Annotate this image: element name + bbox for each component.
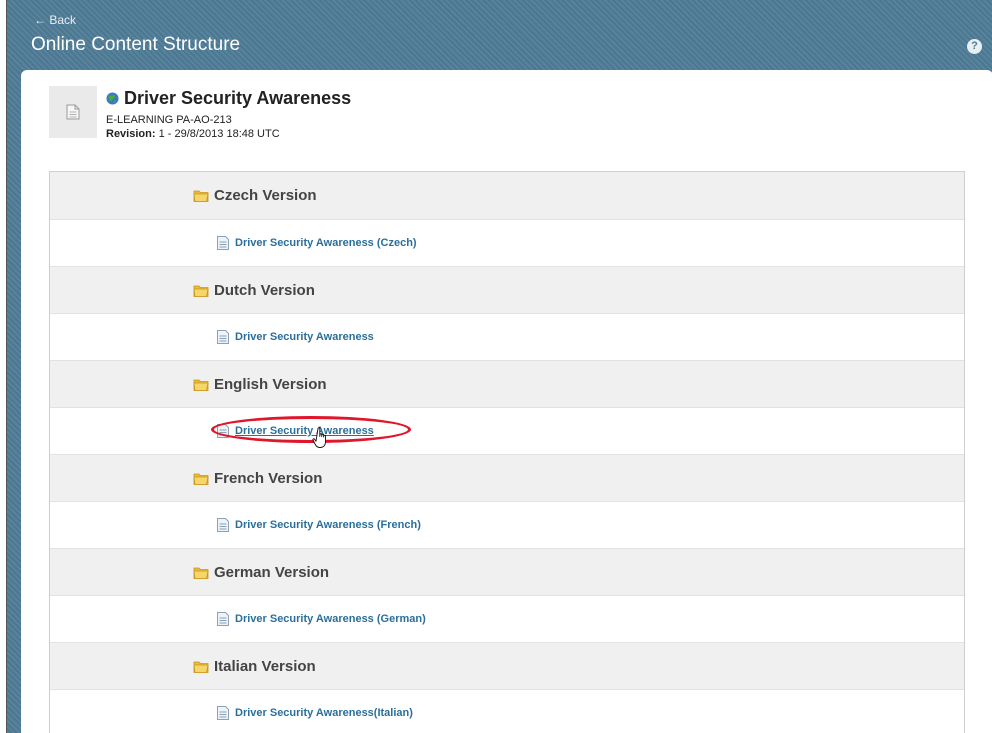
tree-item-german: Driver Security Awareness (German): [50, 595, 964, 642]
folder-row-czech[interactable]: Czech Version: [50, 172, 964, 219]
course-code: E-LEARNING PA-AO-213: [106, 114, 232, 126]
file-icon: [217, 612, 229, 626]
tree-item-english: Driver Security Awareness: [50, 407, 964, 454]
tree-item-french: Driver Security Awareness (French): [50, 501, 964, 548]
file-icon: [217, 706, 229, 720]
folder-icon: [193, 567, 209, 579]
folder-icon: [193, 285, 209, 297]
folder-label: Italian Version: [214, 657, 316, 675]
app-window: ← Back Online Content Structure ? Driver…: [6, 0, 992, 733]
folder-label: French Version: [214, 469, 323, 487]
tree-item-italian: Driver Security Awareness(Italian): [50, 689, 964, 733]
content-link-italian[interactable]: Driver Security Awareness(Italian): [235, 707, 413, 719]
folder-icon: [193, 379, 209, 391]
file-icon: [217, 330, 229, 344]
folder-row-french[interactable]: French Version: [50, 454, 964, 501]
content-tree: Czech Version Driver Security Awareness …: [49, 171, 965, 733]
revision-info: Revision: 1 - 29/8/2013 18:48 UTC: [106, 128, 351, 140]
back-link[interactable]: ← Back: [34, 13, 76, 27]
folder-row-english[interactable]: English Version: [50, 360, 964, 407]
document-icon: [66, 104, 80, 120]
content-link-dutch[interactable]: Driver Security Awareness: [235, 331, 374, 343]
content-link-french[interactable]: Driver Security Awareness (French): [235, 519, 421, 531]
folder-label: German Version: [214, 563, 330, 581]
file-icon: [217, 424, 229, 438]
folder-row-italian[interactable]: Italian Version: [50, 642, 964, 689]
content-link-czech[interactable]: Driver Security Awareness (Czech): [235, 237, 417, 249]
document-thumbnail: [49, 86, 97, 138]
folder-label: Czech Version: [214, 187, 317, 204]
content-link-english[interactable]: Driver Security Awareness: [235, 425, 374, 437]
file-icon: [217, 236, 229, 250]
folder-row-dutch[interactable]: Dutch Version: [50, 266, 964, 313]
folder-row-german[interactable]: German Version: [50, 548, 964, 595]
folder-icon: [193, 190, 209, 202]
globe-icon: [106, 92, 119, 105]
course-header: Driver Security Awareness E-LEARNING PA-…: [106, 88, 351, 140]
folder-label: English Version: [214, 375, 327, 393]
content-panel: Driver Security Awareness E-LEARNING PA-…: [21, 70, 992, 733]
question-icon[interactable]: ?: [967, 39, 982, 54]
course-title: Driver Security Awareness: [124, 88, 352, 108]
revision-value: 1 - 29/8/2013 18:48 UTC: [158, 128, 280, 140]
tree-item-czech: Driver Security Awareness (Czech): [50, 219, 964, 266]
folder-label: Dutch Version: [214, 281, 315, 299]
content-link-german[interactable]: Driver Security Awareness (German): [235, 613, 426, 625]
course-title-row: Driver Security Awareness: [106, 88, 351, 109]
page-title: Online Content Structure: [31, 34, 241, 55]
folder-icon: [193, 473, 209, 485]
file-icon: [217, 518, 229, 532]
folder-icon: [193, 661, 209, 673]
revision-label: Revision:: [106, 128, 156, 140]
tree-item-dutch: Driver Security Awareness: [50, 313, 964, 360]
